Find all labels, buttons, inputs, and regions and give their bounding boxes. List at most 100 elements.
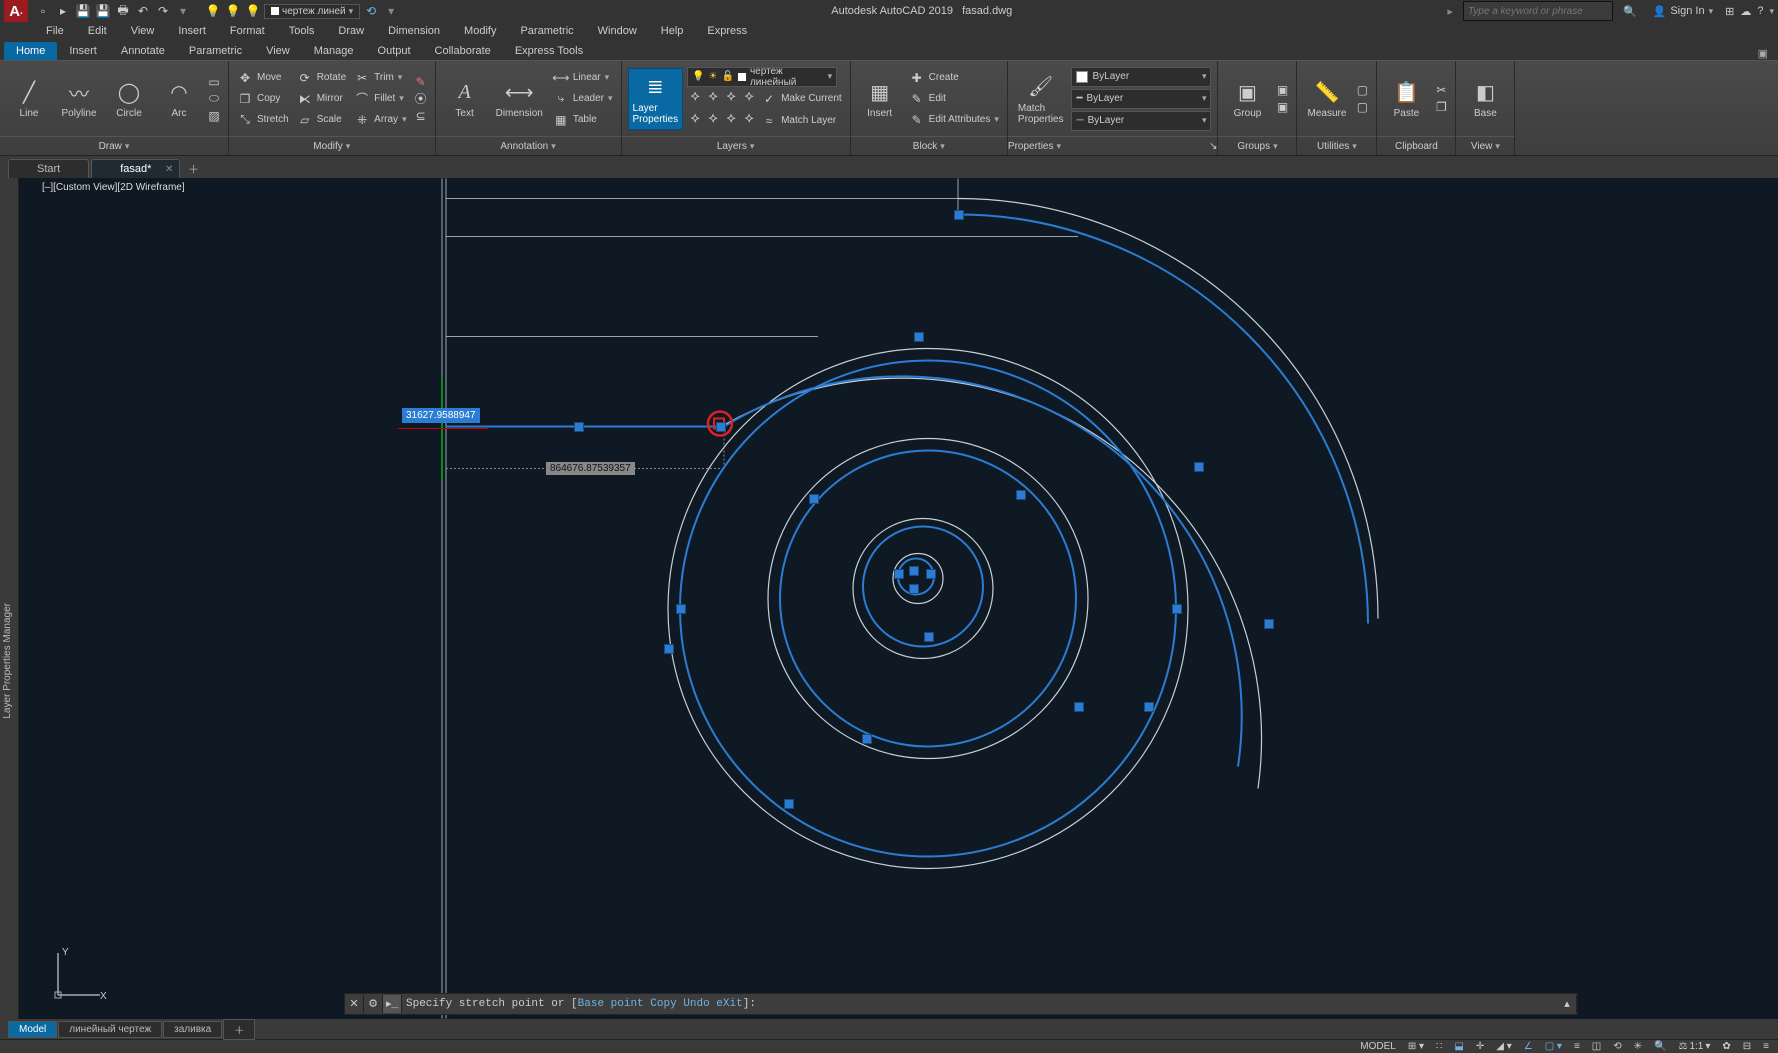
qat-share-icon[interactable]: ⟲ — [362, 2, 380, 20]
tab-expresstools[interactable]: Express Tools — [503, 42, 595, 60]
viewport[interactable]: Layer Properties Manager [–][Custom View… — [0, 178, 1778, 1019]
arc-button[interactable]: ◠Arc — [156, 76, 202, 121]
keyword-dd-icon[interactable]: ▸ — [1443, 5, 1457, 18]
cut-icon[interactable]: ✂ — [1433, 82, 1449, 98]
util-tool2-icon[interactable]: ▢ — [1354, 99, 1370, 115]
layer-tool4-icon[interactable]: ⯎ — [741, 89, 757, 105]
close-icon[interactable]: ✕ — [165, 164, 173, 175]
text-button[interactable]: AText — [442, 76, 488, 121]
color-combo[interactable]: ByLayer▾ — [1071, 67, 1211, 87]
erase-icon[interactable]: ✎ — [413, 74, 429, 90]
grip[interactable] — [1144, 702, 1154, 712]
menu-dimension[interactable]: Dimension — [376, 23, 452, 39]
qat-plot-icon[interactable]: 🖶 — [114, 2, 132, 20]
qat-bulb1-icon[interactable]: 💡 — [204, 2, 222, 20]
insert-button[interactable]: ▦Insert — [857, 76, 903, 121]
qat-tail-icon[interactable]: ▾ — [382, 2, 400, 20]
sb-ortho-icon[interactable]: ⬓ — [1451, 1041, 1466, 1052]
linear-button[interactable]: ⟷Linear ▾ — [551, 68, 615, 88]
menu-view[interactable]: View — [119, 23, 167, 39]
sb-gear-icon[interactable]: ✿ — [1719, 1041, 1733, 1052]
sb-otrack-icon[interactable]: ▢ ▾ — [1542, 1041, 1565, 1052]
menu-modify[interactable]: Modify — [452, 23, 508, 39]
grip[interactable] — [914, 332, 924, 342]
grip[interactable] — [926, 569, 936, 579]
make-current-button[interactable]: ✓Make Current — [759, 89, 844, 109]
modeltab-model[interactable]: Model — [8, 1021, 57, 1038]
paste-button[interactable]: 📋Paste — [1383, 76, 1429, 121]
cmd-history-icon[interactable]: ▴ — [1558, 995, 1577, 1013]
sb-scale[interactable]: ⚖ 1:1 ▾ — [1675, 1041, 1713, 1052]
layer-properties-button[interactable]: ≣ Layer Properties — [628, 68, 684, 130]
move-button[interactable]: ✥Move — [235, 68, 291, 88]
qat-save-icon[interactable]: 💾 — [74, 2, 92, 20]
filetab-current[interactable]: fasad*✕ — [91, 159, 180, 178]
panel-utilities-title[interactable]: Utilities ▾ — [1297, 136, 1376, 155]
menu-format[interactable]: Format — [218, 23, 277, 39]
trim-button[interactable]: ✂Trim ▾ — [352, 68, 408, 88]
grip[interactable] — [664, 644, 674, 654]
qat-more-icon[interactable]: ▾ — [174, 2, 192, 20]
filetab-start[interactable]: Start — [8, 159, 89, 178]
drawing-canvas[interactable]: [–][Custom View][2D Wireframe] — [18, 178, 1778, 1019]
grip[interactable] — [1194, 462, 1204, 472]
measure-button[interactable]: 📏Measure — [1303, 76, 1350, 121]
menu-window[interactable]: Window — [586, 23, 649, 39]
table-button[interactable]: ▦Table — [551, 110, 615, 130]
exchange-icon[interactable]: ⊞ — [1725, 5, 1734, 18]
app-logo[interactable]: A. — [4, 0, 28, 22]
mirror-button[interactable]: ⧔Mirror — [295, 89, 348, 109]
panel-annotation-title[interactable]: Annotation ▾ — [436, 136, 621, 155]
edit-button[interactable]: ✎Edit — [907, 89, 1001, 109]
lineweight-combo[interactable]: ━ByLayer▾ — [1071, 89, 1211, 109]
tab-insert[interactable]: Insert — [57, 42, 109, 60]
grip[interactable] — [1172, 604, 1182, 614]
util-tool1-icon[interactable]: ▢ — [1354, 82, 1370, 98]
panel-layers-title[interactable]: Layers ▾ — [622, 136, 850, 155]
menu-edit[interactable]: Edit — [76, 23, 119, 39]
tab-parametric[interactable]: Parametric — [177, 42, 254, 60]
grip[interactable] — [924, 632, 934, 642]
grip[interactable] — [1016, 490, 1026, 500]
panel-draw-title[interactable]: Draw ▾ — [0, 136, 228, 155]
props-launcher-icon[interactable]: ↘ — [1209, 141, 1217, 152]
base-button[interactable]: ◧Base — [1462, 76, 1508, 121]
menu-parametric[interactable]: Parametric — [508, 23, 585, 39]
tab-home[interactable]: Home — [4, 42, 57, 60]
sb-iso-icon[interactable]: ◢ ▾ — [1493, 1041, 1515, 1052]
sb-customize-icon[interactable]: ⊟ — [1740, 1041, 1754, 1052]
layer-properties-manager-palette[interactable]: Layer Properties Manager — [0, 178, 19, 1019]
qat-saveas-icon[interactable]: 💾 — [94, 2, 112, 20]
menu-tools[interactable]: Tools — [277, 23, 327, 39]
group-button[interactable]: ▣Group — [1224, 76, 1270, 121]
match-properties-button[interactable]: 🖌Match Properties — [1014, 71, 1068, 127]
qat-open-icon[interactable]: ▸ — [54, 2, 72, 20]
qat-redo-icon[interactable]: ↷ — [154, 2, 172, 20]
search-icon[interactable]: 🔍 — [1619, 5, 1641, 18]
sb-transparency-icon[interactable]: ◫ — [1589, 1041, 1604, 1052]
grip[interactable] — [676, 604, 686, 614]
menu-file[interactable]: File — [34, 23, 76, 39]
menu-help[interactable]: Help — [649, 23, 696, 39]
sb-osnap-icon[interactable]: ∠ — [1521, 1041, 1536, 1052]
line-button[interactable]: ╱Line — [6, 76, 52, 121]
panel-view-title[interactable]: View ▾ — [1456, 136, 1514, 155]
sb-lwt-icon[interactable]: ≡ — [1571, 1041, 1583, 1052]
qat-new-icon[interactable]: ▫ — [34, 2, 52, 20]
explode-icon[interactable]: ⦿ — [413, 91, 429, 107]
grip[interactable] — [909, 584, 919, 594]
copy-clip-icon[interactable]: ❐ — [1433, 99, 1449, 115]
grip[interactable] — [954, 210, 964, 220]
tab-annotate[interactable]: Annotate — [109, 42, 177, 60]
dimension-button[interactable]: ⟷Dimension — [492, 76, 547, 121]
cmd-close-icon[interactable]: ✕ — [345, 995, 364, 1013]
grip[interactable] — [809, 494, 819, 504]
sb-anno-icon[interactable]: ✳ — [1631, 1041, 1645, 1052]
sb-cycle-icon[interactable]: ⟲ — [1610, 1041, 1624, 1052]
sb-menu-icon[interactable]: ≡ — [1760, 1041, 1772, 1052]
signin-button[interactable]: 👤 Sign In ▾ — [1647, 5, 1719, 18]
edit-attributes-button[interactable]: ✎Edit Attributes ▾ — [907, 110, 1001, 130]
copy-button[interactable]: ❐Copy — [235, 89, 291, 109]
create-button[interactable]: ✚Create — [907, 68, 1001, 88]
array-button[interactable]: ⁜Array ▾ — [352, 110, 408, 130]
